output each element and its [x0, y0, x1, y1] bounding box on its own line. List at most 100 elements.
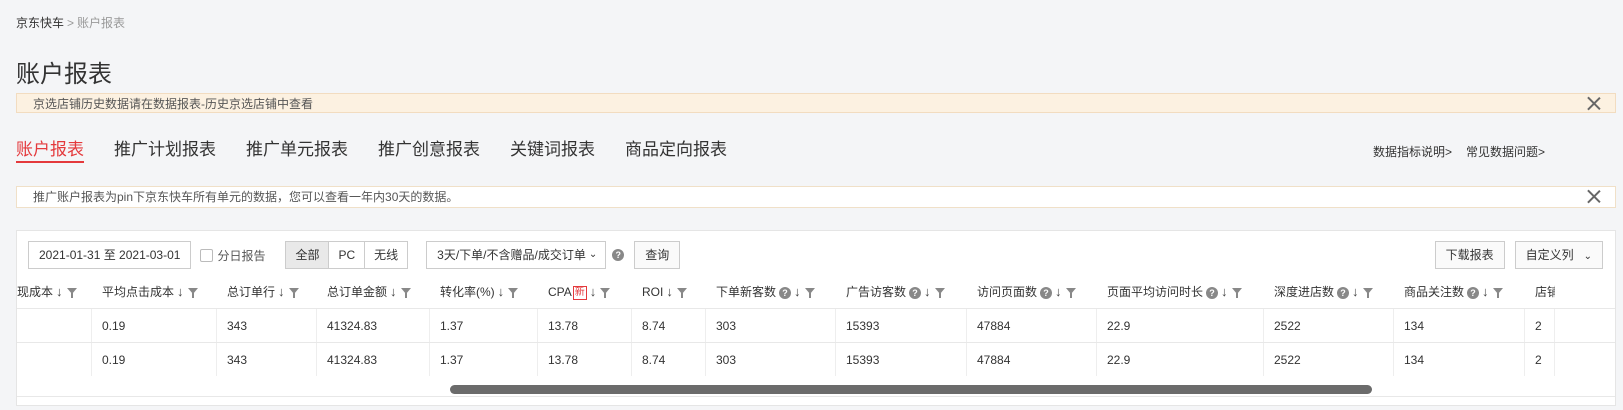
- sort-icon[interactable]: ↓: [794, 284, 801, 299]
- filter-icon[interactable]: [187, 287, 198, 299]
- tab-keyword-report[interactable]: 关键词报表: [510, 135, 595, 163]
- scrollbar-thumb[interactable]: [450, 385, 1372, 394]
- column-header-label: 现成本: [17, 285, 54, 299]
- account-report-notice: 推广账户报表为pin下京东快车所有单元的数据，您可以查看一年内30天的数据。: [16, 186, 1616, 208]
- device-wireless-button[interactable]: 无线: [365, 242, 407, 268]
- table-cell: 134: [1394, 343, 1525, 376]
- column-header[interactable]: 总订单行 ↓: [217, 276, 317, 308]
- filter-icon[interactable]: [66, 287, 77, 299]
- column-header[interactable]: 店铺: [1525, 276, 1555, 308]
- filter-icon[interactable]: [934, 287, 945, 299]
- table-cell: 343: [217, 343, 317, 376]
- column-header[interactable]: CPA 新 ↓: [538, 276, 632, 308]
- table-cell: 2522: [1264, 343, 1394, 376]
- filter-icon[interactable]: [288, 287, 299, 299]
- date-range-picker[interactable]: 2021-01-31 至 2021-03-01: [28, 241, 192, 269]
- metrics-help-link[interactable]: 数据指标说明>: [1373, 143, 1452, 160]
- table-cell: 2522: [1264, 309, 1394, 342]
- column-header[interactable]: 总订单金额 ↓: [317, 276, 430, 308]
- account-report-notice-text: 推广账户报表为pin下京东快车所有单元的数据，您可以查看一年内30天的数据。: [33, 190, 459, 204]
- download-report-button[interactable]: 下载报表: [1434, 241, 1505, 269]
- attribution-select-value: 3天/下单/不含赠品/成交订单: [437, 248, 586, 262]
- custom-columns-label: 自定义列: [1525, 248, 1574, 262]
- help-icon[interactable]: ?: [1337, 286, 1350, 299]
- table-cell: 1.37: [430, 343, 538, 376]
- table-cell: 47884: [967, 309, 1097, 342]
- filter-icon[interactable]: [400, 287, 411, 299]
- column-header[interactable]: 平均点击成本 ↓: [92, 276, 217, 308]
- sort-icon[interactable]: ↓: [590, 284, 597, 299]
- help-icon[interactable]: ?: [1467, 286, 1480, 299]
- sort-icon[interactable]: ↓: [498, 284, 505, 299]
- column-header-label: CPA: [548, 285, 572, 299]
- help-icon[interactable]: ?: [909, 286, 922, 299]
- tab-creative-report[interactable]: 推广创意报表: [378, 135, 480, 163]
- device-all-button[interactable]: 全部: [286, 242, 330, 268]
- tab-unit-report[interactable]: 推广单元报表: [246, 135, 348, 163]
- report-actions: 下载报表 自定义列 ⌄: [1434, 241, 1603, 269]
- table-cell: 8.74: [632, 309, 706, 342]
- column-header[interactable]: 商品关注数? ↓: [1394, 276, 1525, 308]
- sort-icon[interactable]: ↓: [1482, 284, 1489, 299]
- tab-campaign-report[interactable]: 推广计划报表: [114, 135, 216, 163]
- filter-icon[interactable]: [1065, 287, 1076, 299]
- column-header[interactable]: ROI ↓: [632, 276, 706, 308]
- filter-icon[interactable]: [676, 287, 687, 299]
- filter-icon[interactable]: [1492, 287, 1503, 299]
- table-row: 0.19 343 41324.83 1.37 13.78 8.74 303 15…: [17, 308, 1615, 342]
- horizontal-scrollbar[interactable]: [17, 382, 1615, 396]
- report-tabs: 账户报表 推广计划报表 推广单元报表 推广创意报表 关键词报表 商品定向报表: [16, 135, 757, 163]
- column-header-label: 访问页面数: [977, 285, 1038, 299]
- sort-icon[interactable]: ↓: [1221, 284, 1228, 299]
- device-segmented-control: 全部 PC 无线: [285, 241, 409, 269]
- filter-icon[interactable]: [600, 287, 611, 299]
- table-cell: 0.19: [92, 343, 217, 376]
- sort-icon[interactable]: ↓: [1055, 284, 1062, 299]
- breadcrumb: 京东快车 > 账户报表: [16, 14, 125, 31]
- device-pc-button[interactable]: PC: [329, 242, 366, 268]
- column-header[interactable]: 访问页面数? ↓: [967, 276, 1097, 308]
- help-icon[interactable]: ?: [1040, 286, 1053, 299]
- column-header[interactable]: 下单新客数? ↓: [706, 276, 836, 308]
- column-header[interactable]: 页面平均访问时长? ↓: [1097, 276, 1264, 308]
- daily-report-checkbox[interactable]: [200, 248, 214, 262]
- tab-product-targeting-report[interactable]: 商品定向报表: [625, 135, 727, 163]
- column-header[interactable]: 广告访客数? ↓: [836, 276, 967, 308]
- query-button[interactable]: 查询: [634, 241, 681, 269]
- filter-icon[interactable]: [1362, 287, 1373, 299]
- table-cell: 1.37: [430, 309, 538, 342]
- attribution-select[interactable]: 3天/下单/不含赠品/成交订单 ⌄: [426, 241, 607, 269]
- filter-icon[interactable]: [508, 287, 519, 299]
- help-icon[interactable]: ?: [779, 286, 792, 299]
- column-header[interactable]: 深度进店数? ↓: [1264, 276, 1394, 308]
- sort-icon[interactable]: ↓: [177, 284, 184, 299]
- filter-icon[interactable]: [1231, 287, 1242, 299]
- help-icon[interactable]: ?: [612, 249, 625, 261]
- report-panel: 2021-01-31 至 2021-03-01 分日报告 全部 PC 无线 3天…: [16, 230, 1616, 406]
- faq-link[interactable]: 常见数据问题>: [1466, 143, 1545, 160]
- column-header-label: 总订单行: [227, 285, 276, 299]
- breadcrumb-home[interactable]: 京东快车: [16, 16, 64, 30]
- sort-icon[interactable]: ↓: [666, 284, 673, 299]
- column-header[interactable]: 转化率(%) ↓: [430, 276, 538, 308]
- sort-icon[interactable]: ↓: [924, 284, 931, 299]
- sort-icon[interactable]: ↓: [390, 284, 397, 299]
- close-icon[interactable]: [1587, 96, 1601, 110]
- table-cell: [17, 343, 92, 376]
- column-header-label: 转化率(%): [440, 285, 495, 299]
- table-row: 0.19 343 41324.83 1.37 13.78 8.74 303 15…: [17, 342, 1615, 376]
- table-cell: 13.78: [538, 343, 632, 376]
- custom-columns-button[interactable]: 自定义列 ⌄: [1514, 241, 1603, 269]
- help-icon[interactable]: ?: [1206, 286, 1219, 299]
- history-notice-text: 京选店铺历史数据请在数据报表-历史京选店铺中查看: [33, 97, 313, 111]
- report-table: 现成本 ↓ 平均点击成本 ↓ 总订单行 ↓ 总订单金额 ↓ 转化率(%) ↓ CPA 新 ↓ …: [17, 276, 1615, 406]
- sort-icon[interactable]: ↓: [278, 284, 285, 299]
- close-icon[interactable]: [1587, 189, 1601, 203]
- sort-icon[interactable]: ↓: [1352, 284, 1359, 299]
- tab-account-report[interactable]: 账户报表: [16, 135, 84, 163]
- daily-report-label[interactable]: 分日报告: [217, 247, 265, 264]
- column-header[interactable]: 现成本 ↓: [17, 276, 92, 308]
- sort-icon[interactable]: ↓: [56, 284, 63, 299]
- table-cell: 134: [1394, 309, 1525, 342]
- filter-icon[interactable]: [804, 287, 815, 299]
